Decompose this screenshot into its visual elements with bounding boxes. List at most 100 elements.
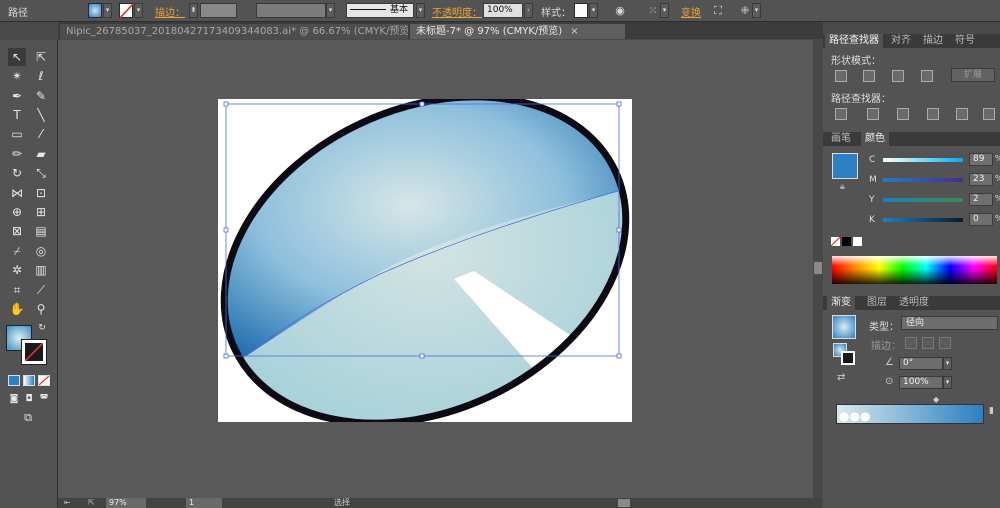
vertical-scrollbar[interactable] <box>813 40 823 498</box>
channel-y-value[interactable]: 2 <box>969 193 993 206</box>
eraser-tool-icon[interactable]: ▰ <box>32 145 50 163</box>
draw-inside-icon[interactable]: ◚ <box>37 392 51 406</box>
none-mode-icon[interactable] <box>38 375 50 386</box>
page-field[interactable]: 1 <box>186 498 222 508</box>
opacity-field[interactable]: 100% <box>483 3 523 18</box>
brush-dropdown[interactable]: 基本 <box>346 3 414 18</box>
trim-icon[interactable] <box>867 108 879 120</box>
tab-gradient[interactable]: 渐变 <box>827 296 855 310</box>
pencil-tool-icon[interactable]: ✏ <box>8 145 26 163</box>
column-graph-tool-icon[interactable]: ▥ <box>32 261 50 279</box>
artboard-tool-icon[interactable]: ⌗ <box>8 281 26 299</box>
channel-m-slider[interactable] <box>883 178 963 182</box>
aspect-ratio-field[interactable]: 100% <box>899 376 943 389</box>
draw-behind-icon[interactable]: ◘ <box>22 392 36 406</box>
hand-tool-icon[interactable]: ✋ <box>8 300 26 318</box>
symbol-sprayer-tool-icon[interactable]: ✲ <box>8 261 26 279</box>
eyedropper-tool-icon[interactable]: ⌿ <box>8 242 26 260</box>
magic-wand-tool-icon[interactable]: ✴ <box>8 67 26 85</box>
align-arrow-icon[interactable]: ▾ <box>660 3 669 18</box>
channel-k-value[interactable]: 0 <box>969 213 993 226</box>
channel-y-slider[interactable] <box>883 198 963 202</box>
blend-tool-icon[interactable]: ◎ <box>32 242 50 260</box>
recolor-icon[interactable]: ◉ <box>612 3 628 18</box>
style-swatch[interactable] <box>574 3 588 18</box>
reverse-gradient-icon[interactable]: ⇄ <box>837 372 845 383</box>
channel-c-value[interactable]: 89 <box>969 153 993 166</box>
transform-link[interactable]: 变换 <box>681 4 701 19</box>
transform-bounds-icon[interactable]: ⛶ <box>710 3 726 18</box>
crop-icon[interactable] <box>927 108 939 120</box>
outline-icon[interactable] <box>956 108 968 120</box>
close-icon[interactable]: × <box>570 26 578 37</box>
scroll-thumb[interactable] <box>814 262 822 274</box>
tab-color[interactable]: 颜色 <box>861 132 889 146</box>
shape-builder-tool-icon[interactable]: ⊕ <box>8 203 26 221</box>
gradient-type-dropdown[interactable]: 径向 <box>901 316 998 330</box>
line-tool-icon[interactable]: ╲ <box>32 106 50 124</box>
tab-document-2[interactable]: 未标题-7* @ 97% (CMYK/预览) × <box>410 24 625 39</box>
opacity-label[interactable]: 不透明度： <box>432 4 482 19</box>
stroke-across-icon[interactable] <box>939 337 951 349</box>
align-grid-icon[interactable]: ⁙ <box>645 3 661 18</box>
brush-arrow-icon[interactable]: ▾ <box>416 3 425 18</box>
unite-icon[interactable] <box>835 70 847 82</box>
color-spectrum[interactable] <box>832 256 997 284</box>
zoom-tool-icon[interactable]: ⚲ <box>32 300 50 318</box>
angle-field[interactable]: 0° <box>899 357 943 370</box>
swap-fill-stroke-icon[interactable]: ↻ <box>36 322 48 334</box>
none-swatch[interactable] <box>831 237 840 246</box>
draw-normal-icon[interactable]: ◙ <box>7 392 21 406</box>
tab-pathfinder[interactable]: 路径查找器 <box>825 34 883 48</box>
pen-tool-icon[interactable]: ✒ <box>8 87 26 105</box>
rectangle-tool-icon[interactable]: ▭ <box>8 125 26 143</box>
intersect-icon[interactable] <box>892 70 904 82</box>
free-transform-tool-icon[interactable]: ⊡ <box>32 184 50 202</box>
mesh-tool-icon[interactable]: ⊠ <box>8 222 26 240</box>
gradient-tool-icon[interactable]: ▤ <box>32 222 50 240</box>
width-tool-icon[interactable]: ⋈ <box>8 184 26 202</box>
delete-stop-icon[interactable]: ▮ <box>989 406 997 420</box>
tab-transparency[interactable]: 透明度 <box>895 296 933 310</box>
prev-icon[interactable]: ⇤ <box>64 498 76 508</box>
tab-document-1[interactable]: Nipic_26785037_20180427173409344083.ai* … <box>60 24 408 39</box>
gradient-preview[interactable] <box>832 315 856 339</box>
paintbrush-tool-icon[interactable]: ⁄ <box>32 125 50 143</box>
perspective-grid-tool-icon[interactable]: ⊞ <box>32 203 50 221</box>
type-tool-icon[interactable]: T <box>8 106 26 124</box>
gradient-stroke-icon[interactable] <box>841 351 855 365</box>
selection-tool-icon[interactable]: ↖ <box>8 48 26 66</box>
channel-c-slider[interactable] <box>883 158 963 162</box>
opacity-arrow-icon[interactable]: › <box>524 3 533 18</box>
minus-front-icon[interactable] <box>863 70 875 82</box>
current-fill-swatch[interactable] <box>832 153 858 179</box>
stroke-within-icon[interactable] <box>905 337 917 349</box>
tab-layers[interactable]: 图层 <box>863 296 891 310</box>
fill-swatch[interactable] <box>88 3 102 18</box>
stroke-color-icon[interactable] <box>21 339 47 365</box>
channel-m-value[interactable]: 23 <box>969 173 993 186</box>
angle-arrow-icon[interactable]: ▾ <box>943 357 952 370</box>
artwork[interactable] <box>198 79 658 449</box>
minus-back-icon[interactable] <box>983 108 995 120</box>
tab-stroke[interactable]: 描边 <box>919 34 947 48</box>
gradient-stop-icon[interactable]: ●●● <box>839 409 875 423</box>
aspect-arrow-icon[interactable]: ▾ <box>943 376 952 389</box>
expand-button[interactable]: 扩展 <box>951 68 995 82</box>
curvature-tool-icon[interactable]: ✎ <box>32 87 50 105</box>
stroke-weight-field[interactable] <box>200 3 237 18</box>
tab-align[interactable]: 对齐 <box>887 34 915 48</box>
variable-width-arrow-icon[interactable]: ▾ <box>326 3 335 18</box>
black-swatch[interactable] <box>842 237 851 246</box>
style-arrow-icon[interactable]: ▾ <box>589 3 598 18</box>
slice-tool-icon[interactable]: ⟋ <box>32 281 50 299</box>
gradient-slider[interactable]: ●●● <box>836 404 984 424</box>
variable-width-dropdown[interactable] <box>256 3 326 18</box>
merge-icon[interactable] <box>897 108 909 120</box>
stroke-label[interactable]: 描边： <box>155 4 185 19</box>
rotate-tool-icon[interactable]: ↻ <box>8 164 26 182</box>
white-swatch[interactable] <box>853 237 862 246</box>
isolate-arrow-icon[interactable]: ▾ <box>752 3 761 18</box>
channel-k-slider[interactable] <box>883 218 963 222</box>
share-icon[interactable]: ⇱ <box>88 498 100 508</box>
